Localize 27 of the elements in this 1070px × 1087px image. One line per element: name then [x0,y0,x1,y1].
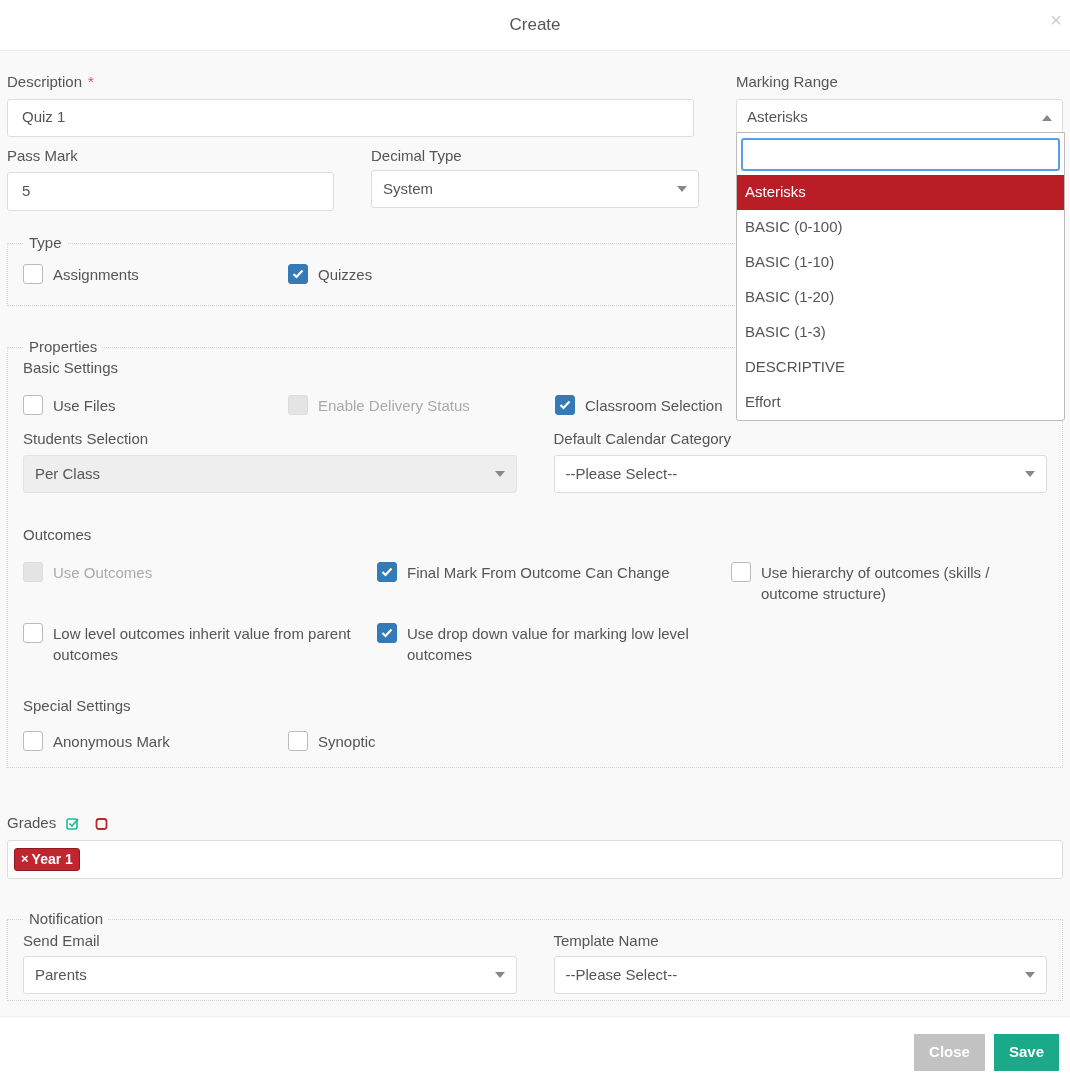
checkbox-label: Use drop down value for marking low level outcomes [407,623,690,665]
section-heading: Basic Settings [23,358,119,378]
dialog-title: Create [509,14,561,37]
checkbox-label: Enable Delivery Status [318,395,470,416]
checkbox-label: Use hierarchy of outcomes (skills / outcome structure) [761,562,991,604]
checkbox-label: Use Files [53,395,116,416]
field-label: Students Selection [23,428,150,449]
checkbox-label: Assignments [53,265,139,285]
field-label: Marking Range [736,72,839,92]
section-heading: Special Settings [23,695,131,716]
field-label: Description [7,72,83,92]
checkbox-label: Classroom Selection [585,395,723,416]
field-label: Default Calendar Category [553,428,733,449]
field-label: Pass Mark [7,145,79,166]
checkbox-label: Quizzes [318,265,373,285]
field-label: Send Email [23,930,101,951]
checkbox-label: Low level outcomes inherit value from parent outcomes [53,623,352,665]
field-label: Template Name [553,930,660,951]
field-label: Grades [7,813,57,833]
required-mark: * [88,72,94,92]
checkbox-label: Final Mark From Outcome Can Change [407,562,670,583]
checkbox-label: Anonymous Mark [53,732,170,752]
section-heading: Outcomes [23,525,92,545]
grade-tag: × Year 1 [14,847,80,871]
checkbox-label: Use Outcomes [53,562,153,583]
checkbox-label: Synoptic [318,732,376,752]
field-label: Decimal Type [371,145,463,166]
